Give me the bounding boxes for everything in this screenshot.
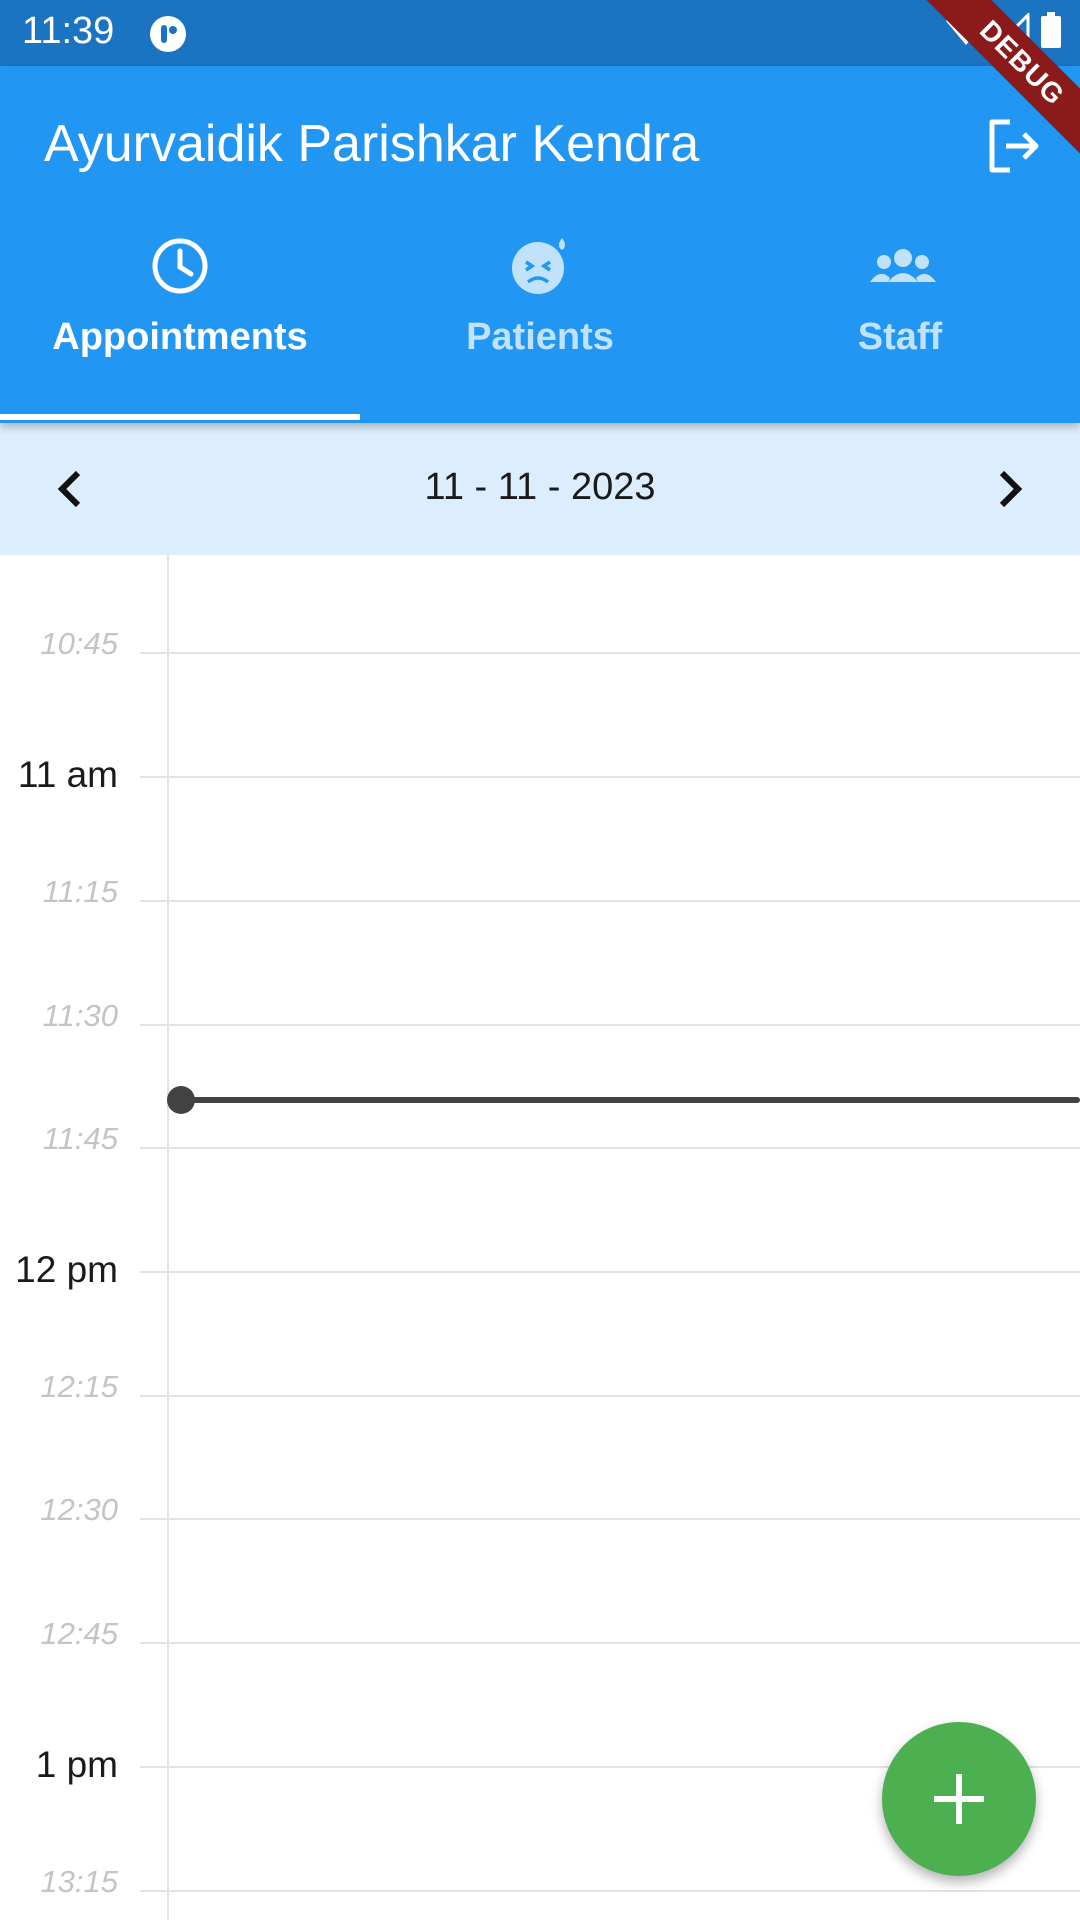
- slot-line: [140, 652, 1080, 654]
- app-title: Ayurvaidik Parishkar Kendra: [44, 115, 700, 173]
- chevron-right-icon: [984, 470, 1036, 519]
- slot-line: [140, 1642, 1080, 1644]
- slot-line: [140, 1890, 1080, 1892]
- slot-label: 12 pm: [15, 1249, 118, 1290]
- app-bar: Ayurvaidik Parishkar Kendra Appointments…: [0, 66, 1080, 423]
- slot-label: 10:45: [40, 626, 118, 661]
- tab-patients[interactable]: Patients: [360, 236, 720, 423]
- current-date: 11 - 11 - 2023: [424, 466, 656, 508]
- current-time-line: [180, 1097, 1080, 1103]
- logout-icon: [982, 119, 1046, 182]
- status-time: 11:39: [22, 10, 115, 52]
- group-icon: [870, 236, 936, 296]
- slot-label: 11:30: [42, 998, 118, 1033]
- tab-label: Appointments: [52, 316, 308, 358]
- tab-appointments[interactable]: Appointments: [0, 236, 360, 423]
- sick-face-icon: [510, 236, 570, 296]
- slot-line: [140, 1518, 1080, 1520]
- clock-icon: [150, 236, 210, 296]
- slot-line: [140, 1271, 1080, 1273]
- slot-label: 13:15: [40, 1864, 118, 1899]
- slot-line: [140, 776, 1080, 778]
- battery-icon: [1040, 12, 1062, 53]
- next-day-button[interactable]: [984, 463, 1036, 515]
- screen: 11:39 DEBUG Ayurvaidik Parishkar Kendra: [0, 0, 1080, 1920]
- tab-indicator: [0, 414, 360, 420]
- slot-line: [140, 1147, 1080, 1149]
- tab-bar: Appointments Patients Staff: [0, 236, 1080, 423]
- logout-button[interactable]: [982, 114, 1046, 178]
- slot-label: 11 am: [17, 754, 118, 795]
- day-timeline[interactable]: 10:45 11 am 11:15 11:30 11:45 12 pm 12:1…: [0, 555, 1080, 1920]
- slot-label: 1 pm: [35, 1744, 118, 1785]
- tab-staff[interactable]: Staff: [720, 236, 1080, 423]
- time-axis: [167, 555, 169, 1920]
- app-notification-icon: [148, 14, 188, 59]
- tab-label: Patients: [466, 316, 614, 358]
- slot-line: [140, 900, 1080, 902]
- slot-line: [140, 1024, 1080, 1026]
- slot-label: 11:15: [42, 874, 118, 909]
- tab-label: Staff: [857, 316, 943, 358]
- slot-label: 12:15: [40, 1369, 118, 1404]
- current-time-dot: [167, 1086, 195, 1114]
- status-bar: 11:39: [0, 0, 1080, 66]
- slot-label: 12:30: [40, 1492, 118, 1527]
- add-appointment-button[interactable]: [882, 1722, 1036, 1876]
- date-navigator: 11 - 11 - 2023: [0, 423, 1080, 555]
- slot-line: [140, 1395, 1080, 1397]
- slot-label: 11:45: [42, 1121, 118, 1156]
- slot-label: 12:45: [40, 1616, 118, 1651]
